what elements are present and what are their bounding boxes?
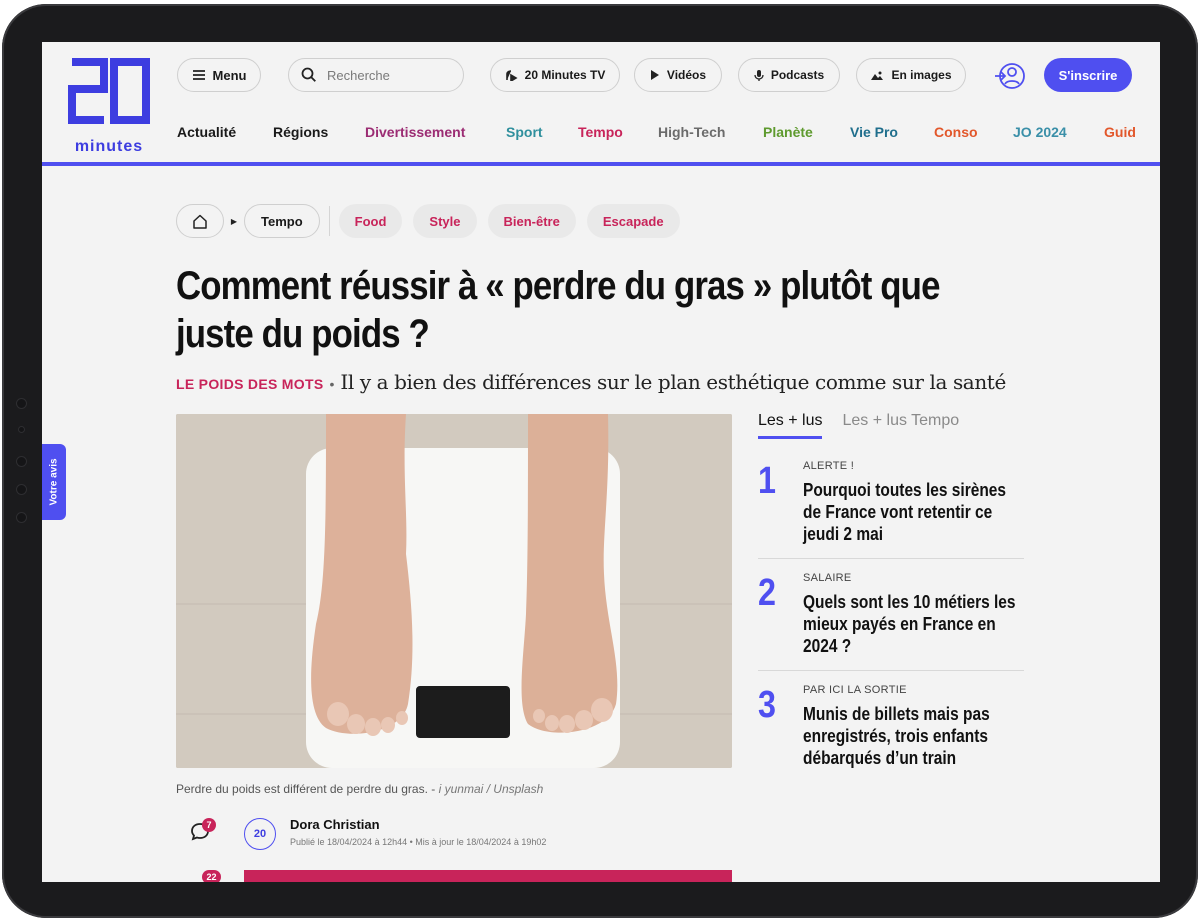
site-header: minutes Menu 20 Minutes TV Vidéos Podcas… [42,42,1160,166]
logo-word: minutes [74,138,144,155]
most-read-item[interactable]: 1 ALERTE ! Pourquoi toutes les sirènes d… [758,460,1024,560]
divider [758,670,1024,671]
tv-button[interactable]: 20 Minutes TV [490,58,620,92]
nav-item[interactable]: Sport [506,124,578,140]
signup-button[interactable]: S'inscrire [1044,58,1132,92]
item-kicker: SALAIRE [803,572,852,584]
item-kicker: ALERTE ! [803,460,855,472]
item-title[interactable]: Munis de billets mais pas enregistrés, t… [803,703,1027,769]
side-sensor [16,512,27,523]
nav-item[interactable]: Régions [273,124,365,140]
search-icon [301,67,316,82]
videos-button[interactable]: Vidéos [634,58,722,92]
site-logo[interactable]: minutes [66,56,152,155]
logo-digits-icon [68,58,150,124]
divider [758,558,1024,559]
comment-count-badge: 7 [202,818,216,832]
rank-number: 1 [758,460,776,502]
play-icon [650,70,659,80]
images-button[interactable]: En images [856,58,966,92]
tv-label: 20 Minutes TV [524,68,606,82]
most-read-item[interactable]: 3 PAR ICI LA SORTIE Munis de billets mai… [758,684,1024,784]
breadcrumb-tag[interactable]: Bien-être [487,204,576,238]
search-input[interactable] [327,67,447,83]
caption-text: Perdre du poids est différent de perdre … [176,782,428,796]
item-title[interactable]: Quels sont les 10 métiers les mieux payé… [803,591,1027,657]
nav-item[interactable]: Vie Pro [850,124,934,140]
breadcrumb-tag[interactable]: Style [413,204,477,238]
author-avatar-text: 20 [253,828,267,840]
side-sensor [16,456,27,467]
kicker-separator: • [329,376,335,392]
menu-label: Menu [212,67,247,83]
item-kicker: PAR ICI LA SORTIE [803,684,907,696]
breadcrumb-current[interactable]: Tempo [244,204,320,238]
share-count-badge: 22 [202,870,221,882]
home-icon [193,214,207,229]
search-box[interactable] [288,58,464,92]
article-intro: LE POIDS DES MOTS • Il y a bien des diff… [176,370,1006,394]
breadcrumb-divider [328,206,330,236]
item-title[interactable]: Pourquoi toutes les sirènes de France vo… [803,479,1027,545]
nav-item[interactable]: Planète [763,124,850,140]
most-read-item[interactable]: 2 SALAIRE Quels sont les 10 métiers les … [758,572,1024,672]
podcasts-button[interactable]: Podcasts [738,58,840,92]
side-sensor [18,426,25,433]
images-label: En images [891,68,952,82]
browser-viewport: minutes Menu 20 Minutes TV Vidéos Podcas… [42,42,1160,882]
podcasts-label: Podcasts [770,68,825,82]
breadcrumb-tag[interactable]: Escapade [586,204,680,238]
videos-label: Vidéos [666,68,707,82]
tempo-banner [244,870,732,882]
author-name[interactable]: Dora Christian [290,817,380,832]
photo-caption: Perdre du poids est différent de perdre … [176,782,543,796]
menu-button[interactable]: Menu [177,58,261,92]
article-kicker[interactable]: LE POIDS DES MOTS [176,376,323,392]
most-read-tabs: Les + lus Les + lus Tempo [758,412,959,439]
publish-date: Publié le 18/04/2024 à 12h44 • Mis à jou… [290,837,547,847]
tv-icon [505,70,518,81]
side-sensor [16,398,27,409]
bathroom-scale-feet-image [176,414,732,768]
home-button[interactable] [176,204,224,238]
rank-number: 3 [758,684,776,726]
tab-most-read-tempo[interactable]: Les + lus Tempo [842,412,959,439]
feedback-tab[interactable]: Votre avis [42,444,66,520]
side-sensor [16,484,27,495]
nav-item[interactable]: Guid [1104,124,1136,140]
feedback-label: Votre avis [48,458,60,506]
nav-item[interactable]: Tempo [578,124,658,140]
article-headline: Comment réussir à « perdre du gras » plu… [176,264,940,356]
caption-separator: - [427,782,439,796]
nav-item[interactable]: Divertissement [365,124,506,140]
breadcrumb: ▶ Tempo Food Style Bien-être Escapade [176,204,691,238]
hamburger-icon [192,70,205,80]
section-nav: Actualité Régions Divertissement Sport T… [177,124,1136,140]
account-icon[interactable] [994,60,1026,92]
nav-item[interactable]: JO 2024 [1013,124,1104,140]
nav-item[interactable]: High-Tech [658,124,763,140]
nav-item[interactable]: Conso [934,124,1013,140]
image-icon [871,71,884,80]
breadcrumb-tag[interactable]: Food [338,204,403,238]
article-standfirst: Il y a bien des différences sur le plan … [340,370,1006,394]
article-photo[interactable] [176,414,732,768]
tab-most-read[interactable]: Les + lus [758,412,823,439]
photo-credit: i yunmai / Unsplash [438,782,544,796]
author-avatar[interactable]: 20 [244,818,276,850]
caret-right-icon: ▶ [230,216,238,226]
nav-item[interactable]: Actualité [177,124,273,140]
rank-number: 2 [758,572,776,614]
microphone-icon [754,69,764,81]
